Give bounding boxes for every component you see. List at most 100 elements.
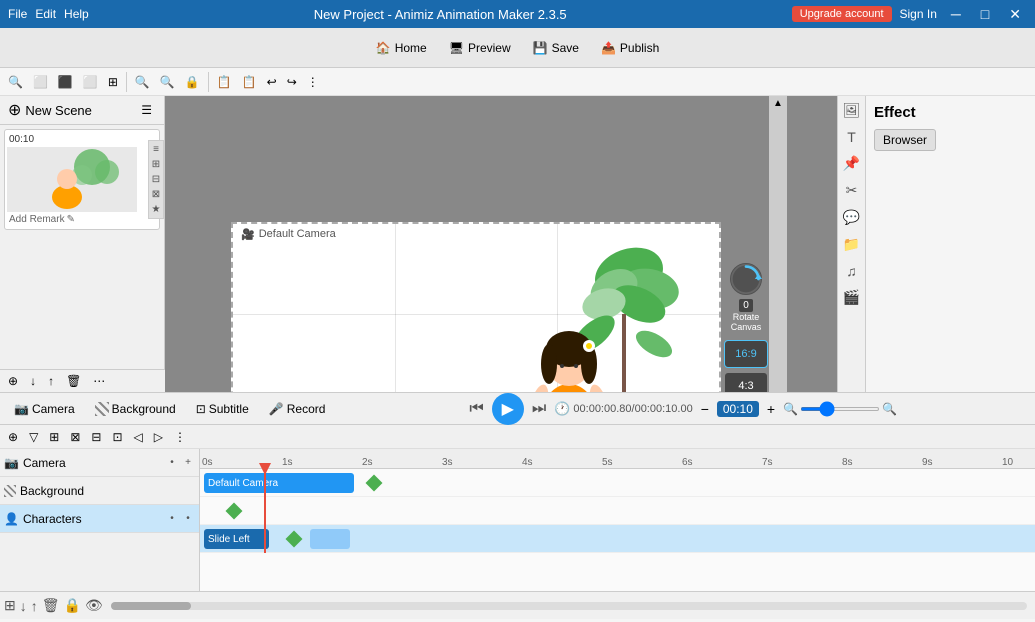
browser-button[interactable]: Browser — [874, 129, 936, 151]
scene-ctrl-4[interactable]: ⊠ — [151, 188, 161, 201]
effect-music-btn[interactable]: ♫ — [844, 261, 859, 281]
undo-btn[interactable]: ↩ — [263, 73, 281, 91]
tl-bottom-add[interactable]: ⊞ — [4, 597, 16, 614]
align-left[interactable]: ⬜ — [29, 73, 52, 91]
upgrade-button[interactable]: Upgrade account — [792, 6, 892, 22]
camera-tl-row: Default Camera — [200, 469, 1035, 497]
effect-folder-btn[interactable]: 📁 — [841, 234, 862, 255]
camera-block[interactable]: Default Camera — [204, 473, 354, 493]
ruler-8s: 8s — [840, 449, 853, 468]
tl-filter-btn[interactable]: ▽ — [25, 428, 42, 446]
track-background: Background — [0, 477, 199, 505]
scene-thumbnail — [7, 147, 137, 212]
ratio-16-9-btn[interactable]: 16:9 — [724, 340, 768, 368]
play-button[interactable]: ▶ — [492, 393, 524, 425]
tl-bottom-lock[interactable]: 🔒 — [64, 597, 81, 614]
horizontal-scrollbar[interactable] — [111, 602, 1027, 610]
rewind-btn[interactable]: ⏮ — [469, 400, 483, 418]
effect-chat-btn[interactable]: 💬 — [841, 207, 862, 228]
tl-split[interactable]: ⊟ — [87, 428, 105, 446]
effect-image-btn[interactable]: 🖼 — [841, 100, 863, 121]
forward-btn[interactable]: ⏭ — [532, 400, 546, 418]
select-tool[interactable]: 🔍 — [4, 73, 27, 91]
camera-diamond — [366, 475, 383, 492]
camera-tab[interactable]: 📷 Camera — [4, 398, 85, 420]
align-center-h[interactable]: ⬛ — [54, 73, 77, 91]
rotate-value: 0 — [739, 299, 753, 312]
effect-text-btn[interactable]: T — [845, 127, 858, 147]
tl-bottom-down[interactable]: ↓ — [20, 598, 27, 614]
timeline-rows: Default Camera Slide Left — [200, 469, 1035, 553]
tl-move-left[interactable]: ◁ — [130, 428, 147, 446]
scene-ctrl-2[interactable]: ⊞ — [151, 158, 161, 171]
signin-button[interactable]: Sign In — [900, 7, 937, 21]
zoom-plus-btn[interactable]: + — [767, 401, 775, 417]
char-track-name: Characters — [23, 512, 161, 526]
home-button[interactable]: 🏠 Home — [366, 37, 437, 59]
tl-align-right[interactable]: ⊠ — [66, 428, 84, 446]
distribute-h[interactable]: ⊞ — [104, 73, 122, 91]
paste-btn[interactable]: 📋 — [238, 73, 261, 91]
tl-bottom-delete[interactable]: 🗑 — [42, 597, 60, 614]
camera-track-dot1[interactable]: • — [165, 456, 179, 470]
effect-title: Effect — [874, 104, 1027, 121]
close-button[interactable]: ✕ — [1003, 6, 1027, 23]
menu-help[interactable]: Help — [64, 7, 89, 21]
rotate-label: Rotate Canvas — [725, 312, 767, 332]
scene-ctrl-3[interactable]: ⊟ — [151, 173, 161, 186]
tl-align-start[interactable]: ⊡ — [108, 428, 126, 446]
ruler-4s: 4s — [520, 449, 533, 468]
menu-edit[interactable]: Edit — [35, 7, 56, 21]
scene-options[interactable]: ⋯ — [89, 372, 109, 390]
save-button[interactable]: 💾 Save — [523, 37, 589, 59]
char-track-dot1[interactable]: • — [165, 512, 179, 526]
zoom-in-btn[interactable]: 🔍 — [156, 73, 179, 91]
menu-file[interactable]: File — [8, 7, 27, 21]
zoom-out-btn[interactable]: 🔍 — [131, 73, 154, 91]
divider — [126, 72, 127, 92]
tl-move-right[interactable]: ▷ — [150, 428, 167, 446]
background-tab[interactable]: Background — [85, 398, 186, 420]
copy-btn[interactable]: 📋 — [213, 73, 236, 91]
scene-item[interactable]: 00:10 — [4, 129, 160, 230]
tl-bottom-eye[interactable]: 👁 — [85, 597, 103, 614]
zoom-minus-btn[interactable]: − — [701, 401, 709, 417]
restore-button[interactable]: □ — [975, 6, 995, 22]
scene-move-up[interactable]: ↑ — [44, 372, 58, 390]
scene-add-btn[interactable]: ⊕ — [4, 372, 22, 390]
scene-list-icon[interactable]: ☰ — [137, 101, 156, 119]
new-scene-button[interactable]: ⊕ New Scene — [8, 100, 92, 120]
more-btn[interactable]: ⋮ — [303, 73, 323, 91]
save-icon: 💾 — [533, 41, 548, 55]
redo-btn[interactable]: ↪ — [283, 73, 301, 91]
scene-ctrl-1[interactable]: ≡ — [152, 143, 160, 156]
scenes-header: ⊕ New Scene ☰ — [0, 96, 164, 125]
preview-button[interactable]: 🖥 Preview — [439, 37, 521, 59]
minimize-button[interactable]: ─ — [945, 6, 967, 22]
lock-btn[interactable]: 🔒 — [181, 73, 204, 91]
char-track-dot2[interactable]: • — [181, 512, 195, 526]
track-labels: 📷 Camera • + Background 👤 — [0, 449, 200, 591]
tl-align-left[interactable]: ⊞ — [45, 428, 63, 446]
effect-tools-btn[interactable]: ✂ — [844, 180, 860, 201]
timeline-section: 📷 Camera Background ⊡ Subtitle 🎤 Record … — [0, 392, 1035, 622]
tl-bottom-up[interactable]: ↑ — [31, 598, 38, 614]
rotate-dial[interactable] — [728, 261, 764, 297]
align-right[interactable]: ⬜ — [79, 73, 102, 91]
add-remark[interactable]: Add Remark ✎ — [7, 212, 157, 227]
scroll-up-icon[interactable]: ▲ — [773, 98, 783, 109]
subtitle-tab[interactable]: ⊡ Subtitle — [186, 398, 259, 420]
tl-more[interactable]: ⋮ — [170, 428, 190, 446]
scene-ctrl-5[interactable]: ★ — [151, 203, 162, 216]
scene-delete[interactable]: 🗑 — [62, 372, 85, 390]
publish-button[interactable]: 📤 Publish — [591, 37, 669, 59]
camera-track-add[interactable]: + — [181, 456, 195, 470]
effect-pin-btn[interactable]: 📌 — [841, 153, 862, 174]
char-block-2[interactable] — [310, 529, 350, 549]
zoom-slider[interactable] — [800, 407, 880, 411]
record-tab[interactable]: 🎤 Record — [259, 398, 336, 420]
tl-cursor-btn[interactable]: ⊕ — [4, 428, 22, 446]
characters-block[interactable]: Slide Left — [204, 529, 269, 549]
effect-film-btn[interactable]: 🎬 — [841, 287, 862, 308]
scene-move-down[interactable]: ↓ — [26, 372, 40, 390]
